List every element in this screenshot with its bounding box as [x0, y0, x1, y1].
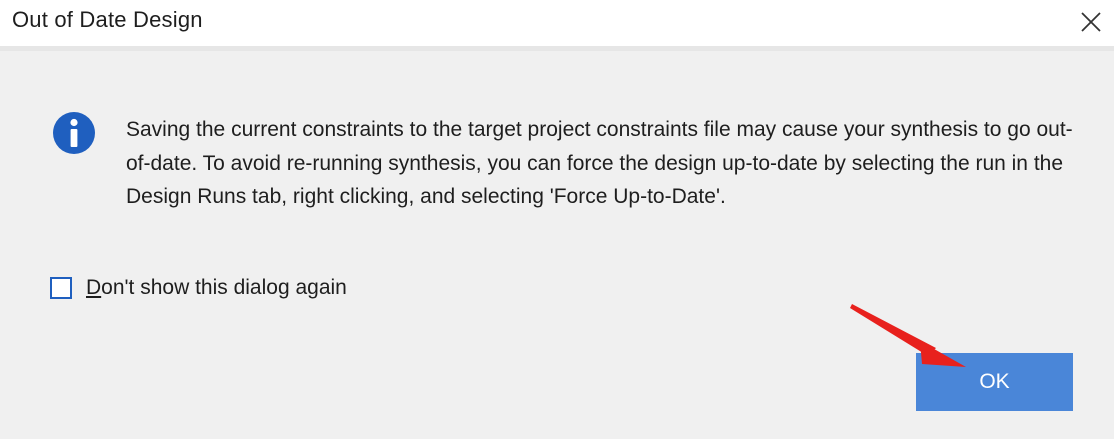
dont-show-again-checkbox[interactable]	[50, 277, 72, 299]
info-icon	[53, 112, 95, 154]
ok-button[interactable]: OK	[916, 353, 1073, 411]
out-of-date-dialog: Out of Date Design Saving the current co…	[0, 0, 1114, 439]
close-button[interactable]	[1070, 2, 1110, 42]
dont-show-again-option[interactable]: Don't show this dialog again	[50, 273, 347, 303]
dialog-title: Out of Date Design	[12, 7, 203, 32]
checkbox-label[interactable]: Don't show this dialog again	[86, 276, 347, 300]
title-bar: Out of Date Design	[0, 0, 1114, 46]
message-text: Saving the current constraints to the ta…	[126, 118, 1073, 208]
checkbox-label-text: on't show this dialog again	[101, 276, 347, 299]
checkbox-label-mnemonic: D	[86, 276, 102, 299]
close-icon	[1081, 12, 1101, 32]
